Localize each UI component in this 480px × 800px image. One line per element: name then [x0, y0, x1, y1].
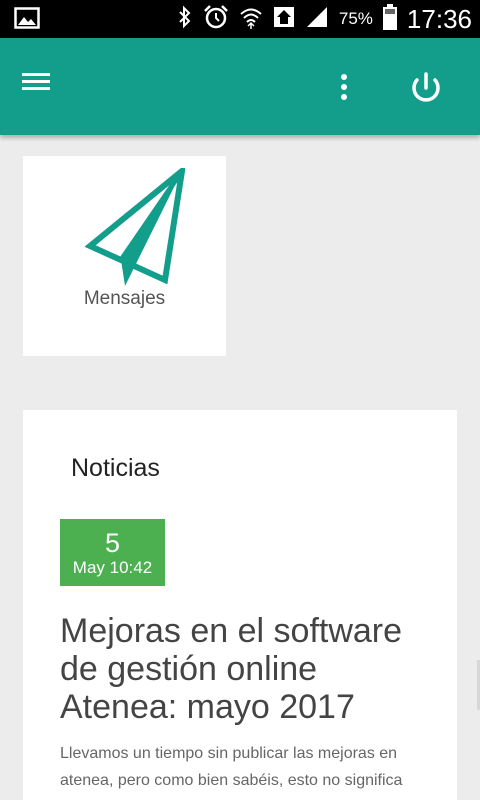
news-date-day: 5 — [104, 528, 121, 558]
status-clock: 17:36 — [406, 3, 472, 34]
messages-tile[interactable]: Mensajes — [23, 156, 226, 356]
news-heading: Noticias — [71, 454, 160, 482]
news-excerpt: Llevamos un tiempo sin publicar las mejo… — [60, 745, 403, 789]
logout-button[interactable] — [406, 66, 446, 110]
messages-tile-label: Mensajes — [83, 288, 166, 309]
bluetooth-icon — [177, 5, 193, 34]
menu-button[interactable] — [22, 70, 66, 102]
more-vert-icon — [341, 74, 347, 100]
more-options-button[interactable] — [330, 70, 358, 106]
wifi-icon — [239, 5, 263, 34]
news-card: Noticias 5 May 10:42 Mejoras en el softw… — [23, 410, 457, 800]
battery-icon — [382, 3, 397, 35]
news-date-badge: 5 May 10:42 — [60, 519, 165, 586]
signal-icon — [305, 5, 329, 34]
home-icon — [273, 5, 295, 34]
status-bar: 75% 17:36 — [0, 0, 480, 38]
power-icon — [412, 72, 440, 102]
alarm-icon — [203, 4, 229, 35]
news-title-link[interactable]: Mejoras en el software de gestión online… — [60, 612, 440, 726]
app-bar — [0, 38, 480, 135]
battery-percent: 75% — [338, 9, 373, 28]
news-date-time: May 10:42 — [72, 558, 153, 577]
paper-plane-icon — [84, 163, 187, 293]
gallery-icon — [14, 6, 40, 35]
menu-icon — [22, 73, 50, 90]
